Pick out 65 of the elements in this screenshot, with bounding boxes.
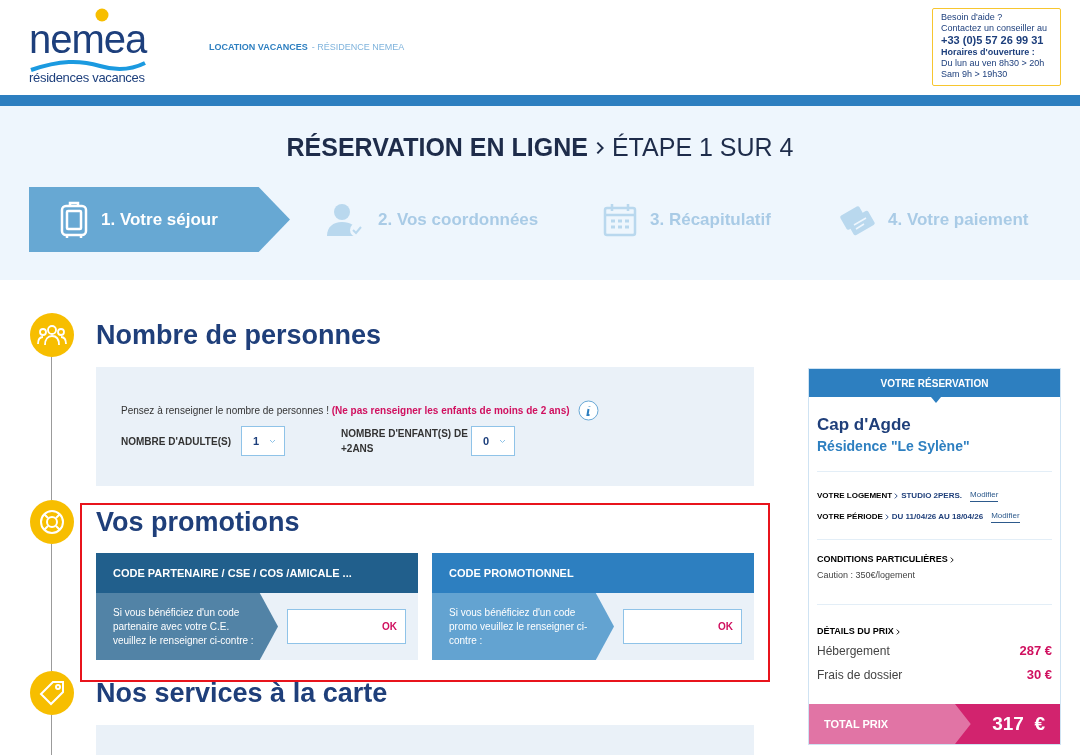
card-description: Si vous bénéficiez d'un code partenaire avec votre C.E. veuillez le renseigner ci-contre :	[96, 593, 278, 660]
phone-number: +33 (0)5 57 26 99 31	[941, 34, 1045, 47]
chevron-icon	[949, 556, 954, 563]
total-amount: 317 €	[955, 704, 1060, 744]
user-check-icon	[327, 202, 365, 237]
row-label: VOTRE LOGEMENT	[817, 489, 893, 502]
chevron-icon	[884, 513, 889, 520]
total-label: TOTAL PRIX	[823, 716, 890, 732]
hours-heading: Horaires d'ouverture :	[941, 47, 1036, 58]
modify-link[interactable]: Modifier	[991, 510, 1020, 523]
field-label: NOMBRE D'ADULTE(S)	[121, 434, 232, 449]
section-title: Vos promotions	[96, 505, 301, 539]
wave-icon	[30, 58, 146, 72]
breadcrumb-current: - RÉSIDENCE NEMEA	[311, 41, 405, 54]
caret-icon	[269, 438, 277, 444]
ok-button[interactable]: OK	[382, 619, 397, 634]
sun-icon	[95, 8, 109, 22]
residence-name: Résidence "Le Sylène"	[817, 437, 971, 456]
card-header: CODE PARTENAIRE / CSE / COS /AMICALE ...	[96, 553, 418, 593]
breadcrumb-link[interactable]: LOCATION VACANCES	[209, 41, 308, 55]
code-field[interactable]: OK	[287, 609, 406, 644]
cards-icon	[839, 203, 875, 236]
help-text: Besoin d'aide ?	[941, 12, 1004, 23]
number-select[interactable]: 0	[471, 426, 515, 456]
section-title: Nombre de personnes	[96, 318, 383, 352]
chevron-icon	[895, 628, 900, 635]
modify-link[interactable]: Modifier	[970, 489, 999, 502]
city-name: Cap d'Agde	[817, 414, 912, 436]
help-text: Sam 9h > 19h30	[941, 69, 1009, 80]
step-counter: ÉTAPE 1 SUR 4	[611, 132, 794, 164]
info-icon[interactable]	[577, 400, 599, 421]
caret-icon	[499, 438, 507, 444]
tag-icon	[39, 680, 65, 706]
chevron-icon	[894, 492, 899, 499]
chevron-icon	[595, 141, 604, 155]
lifebuoy-icon	[39, 509, 65, 535]
calendar-icon	[603, 202, 637, 237]
card-header: CODE PROMOTIONNEL	[432, 553, 754, 593]
price-label: Frais de dossier	[817, 666, 903, 684]
price-amount: 287 €	[1019, 641, 1052, 660]
conditions-title: CONDITIONS PARTICULIÈRES	[817, 553, 948, 566]
row-label: VOTRE PÉRIODE	[817, 510, 883, 523]
logo[interactable]: nemea résidences vacances	[29, 8, 147, 88]
card-description: Si vous bénéficiez d'un code promo veuillez le renseigner ci-contre :	[432, 593, 614, 660]
pointer-icon	[931, 397, 941, 403]
help-text: Du lun au ven 8h30 > 20h	[941, 58, 1046, 69]
page-title: RÉSERVATION EN LIGNE	[286, 132, 588, 164]
card-header: VOTRE RÉSERVATION	[809, 369, 1060, 397]
price-amount: 30 €	[1026, 665, 1052, 684]
logo-tagline: résidences vacances	[29, 70, 145, 86]
code-field[interactable]: OK	[623, 609, 742, 644]
conditions-text: Caution : 350€/logement	[817, 568, 917, 582]
price-title: DÉTAILS DU PRIX	[817, 625, 894, 638]
row-value: DU 11/04/26 AU 18/04/26	[891, 510, 984, 523]
group-icon	[37, 324, 67, 346]
field-label: NOMBRE D'ENFANT(S) DE +2ANS	[341, 427, 469, 456]
logo-wordmark: nemea	[29, 24, 147, 54]
ok-button[interactable]: OK	[718, 619, 733, 634]
price-label: Hébergement	[817, 642, 890, 660]
section-title: Nos services à la carte	[96, 676, 389, 710]
notice-text: Pensez à renseigner le nombre de personnes ! (Ne pas renseigner les enfants de moins de 2 ans)	[121, 404, 570, 418]
row-value: STUDIO 2PERS.	[901, 489, 963, 502]
suitcase-icon	[60, 200, 88, 239]
number-select[interactable]: 1	[241, 426, 285, 456]
help-text: Contactez un conseiller au	[941, 23, 1049, 34]
